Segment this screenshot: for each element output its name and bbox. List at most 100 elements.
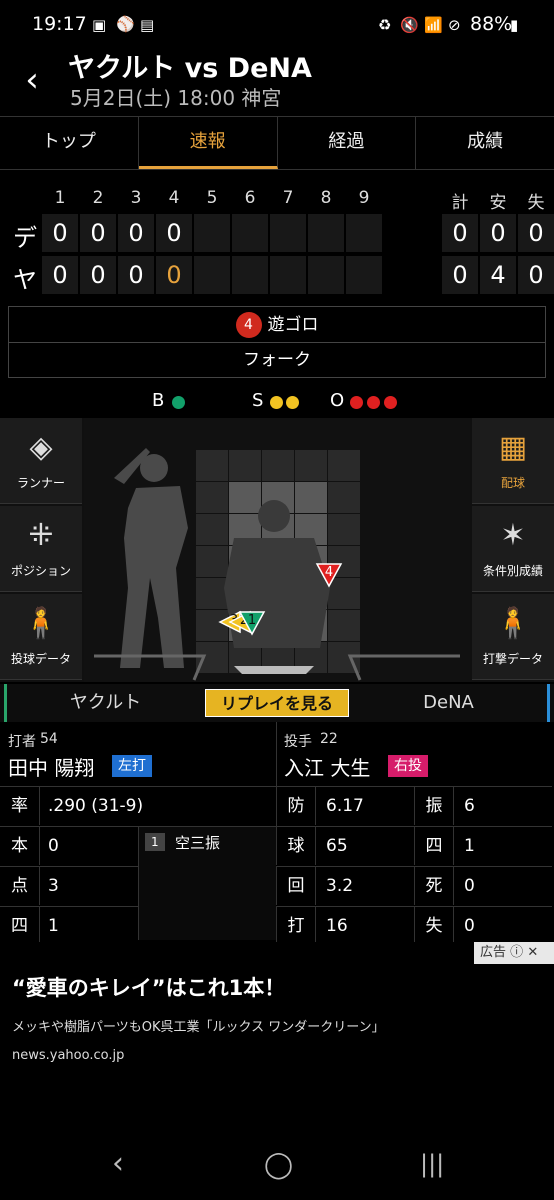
zone-cell: [295, 482, 327, 513]
pitcher-hand-badge: 右投: [388, 755, 428, 777]
gallery-icon: ▣: [92, 16, 107, 34]
inning-score: 0: [118, 214, 154, 252]
team-dena[interactable]: DeNA: [350, 684, 550, 722]
total-score: 0: [518, 256, 554, 294]
stat-value: 3: [48, 876, 59, 896]
stat-key: 本: [0, 827, 40, 865]
tab-bar: トップ 速報 経過 成績: [0, 116, 554, 170]
play-result-row: 4 遊ゴロ: [9, 307, 545, 343]
back-arrow-icon[interactable]: ‹: [14, 62, 50, 102]
zone-cell: [229, 482, 261, 513]
team-bar: ヤクルト リプレイを見る DeNA: [0, 684, 554, 722]
side-btn-label: 条件別成績: [482, 564, 543, 578]
status-bar: 19:17 ▣ ⚾ ▤ ♻ 🔇 📶 ⊘ 88% ▮: [0, 0, 554, 52]
totals-header: 計: [451, 193, 469, 213]
side-btn-radar[interactable]: ✶ 条件別成績: [472, 506, 554, 592]
batter-name[interactable]: 田中 陽翔: [8, 752, 94, 781]
team-abbrev: デ: [13, 224, 37, 252]
inning-score: 0: [156, 214, 192, 252]
stat-value: 0: [464, 916, 475, 936]
inning-header: 5: [206, 188, 218, 208]
inning-header: 7: [282, 188, 294, 208]
pitch-marker-number: 4: [325, 565, 333, 580]
pitcher-number: 22: [320, 731, 338, 747]
inning-score: [194, 256, 230, 294]
inning-score: [194, 214, 230, 252]
stat-value: 6.17: [326, 796, 364, 816]
inning-score: [308, 256, 344, 294]
strike-label: S: [252, 390, 264, 411]
tab-stats[interactable]: 成績: [416, 117, 554, 169]
pitcher-stat-row: 失0: [414, 906, 552, 945]
close-icon[interactable]: ✕: [527, 945, 538, 960]
side-btn-label: 打撃データ: [482, 652, 543, 666]
zone-cell: [328, 514, 360, 545]
pitch-visual-area: 4321 ◈ ランナー ⁜ ポジション 🧍 投球データ ▦ 配球 ✶ 条件別成績 🧍 打撃データ: [0, 418, 554, 682]
tab-live[interactable]: 速報: [138, 117, 278, 169]
out-dot: [367, 396, 380, 409]
inning-score: [308, 214, 344, 252]
strike-zone-svg: 4321: [84, 418, 470, 682]
batter-number: 54: [40, 731, 58, 747]
ad-description: メッキや樹脂パーツもOK呉工業「ルックス ワンダークリーン」: [12, 1020, 385, 1035]
stat-key: 四: [414, 827, 454, 865]
pitcher-stat-row: 死0: [414, 866, 552, 905]
batter-hand-badge: 左打: [112, 755, 152, 777]
side-btn-fielders[interactable]: ⁜ ポジション: [0, 506, 82, 592]
replay-button[interactable]: リプレイを見る: [205, 689, 349, 717]
pitcher-stat-row: 球 65: [276, 826, 414, 865]
nav-back-icon[interactable]: ‹: [112, 1146, 124, 1181]
stat-value: 1: [48, 916, 59, 936]
side-btn-label: 配球: [500, 476, 525, 490]
inning-header: 3: [130, 188, 142, 208]
tab-progress[interactable]: 経過: [278, 117, 417, 169]
team-swallows[interactable]: ヤクルト: [4, 684, 204, 722]
ad-tag-text: 広告: [480, 945, 507, 960]
side-btn-pitcher[interactable]: 🧍 投球データ: [0, 594, 82, 680]
nav-home-icon[interactable]: ◯: [264, 1150, 293, 1180]
stat-value: 16: [326, 916, 348, 936]
pitcher-label: 投手: [284, 734, 312, 750]
wifi-icon: 📶: [424, 16, 443, 34]
info-icon[interactable]: ⓘ: [510, 945, 523, 960]
ad-banner[interactable]: 広告 ⓘ ✕ “愛車のキレイ”はこれ1本！ メッキや樹脂パーツもOK呉工業「ルッ…: [0, 942, 554, 1082]
inning-score: [232, 256, 268, 294]
baseball-icon: ⚾: [116, 15, 135, 33]
batter-stat-row: 本0: [0, 826, 138, 865]
side-btn-batter[interactable]: 🧍 打撃データ: [472, 594, 554, 680]
ad-title[interactable]: “愛車のキレイ”はこれ1本！: [12, 972, 285, 1002]
inning-score: 0: [42, 256, 78, 294]
side-btn-pitch-grid[interactable]: ▦ 配球: [472, 418, 554, 504]
home-plate: [234, 666, 314, 674]
pitch-marker-number: 1: [248, 613, 256, 628]
out-dot: [350, 396, 363, 409]
side-btn-diamond[interactable]: ◈ ランナー: [0, 418, 82, 504]
stat-value: 3.2: [326, 876, 354, 896]
zone-cell: [196, 546, 228, 577]
pitcher-name[interactable]: 入江 大生: [284, 752, 370, 781]
battery-text: 88%: [470, 13, 513, 35]
total-score: 4: [480, 256, 516, 294]
side-btn-label: ポジション: [10, 564, 71, 578]
inning-score: [270, 214, 306, 252]
recycle-icon: ♻: [378, 16, 392, 34]
totals-header: 安: [489, 193, 507, 213]
ad-url: news.yahoo.co.jp: [12, 1048, 125, 1063]
zone-cell: [262, 450, 294, 481]
inning-score: 0: [42, 214, 78, 252]
zone-cell: [229, 450, 261, 481]
at-bat-history: 1 空三振: [138, 826, 276, 940]
team-abbrev: ヤ: [13, 266, 37, 294]
pitcher-stat-row: 振6: [414, 786, 552, 825]
dnd-icon: ⊘: [448, 16, 461, 34]
strike-dot: [286, 396, 299, 409]
total-score: 0: [442, 256, 478, 294]
inning-score: 0: [118, 256, 154, 294]
tab-top[interactable]: トップ: [0, 117, 139, 169]
nav-recents-icon[interactable]: |||: [420, 1150, 444, 1178]
pitcher-stat-row: 防 6.17: [276, 786, 414, 825]
stat-value: 6: [464, 796, 475, 816]
play-number-badge: 4: [235, 312, 262, 338]
zone-cell: [295, 450, 327, 481]
stat-key: 打: [276, 907, 316, 945]
